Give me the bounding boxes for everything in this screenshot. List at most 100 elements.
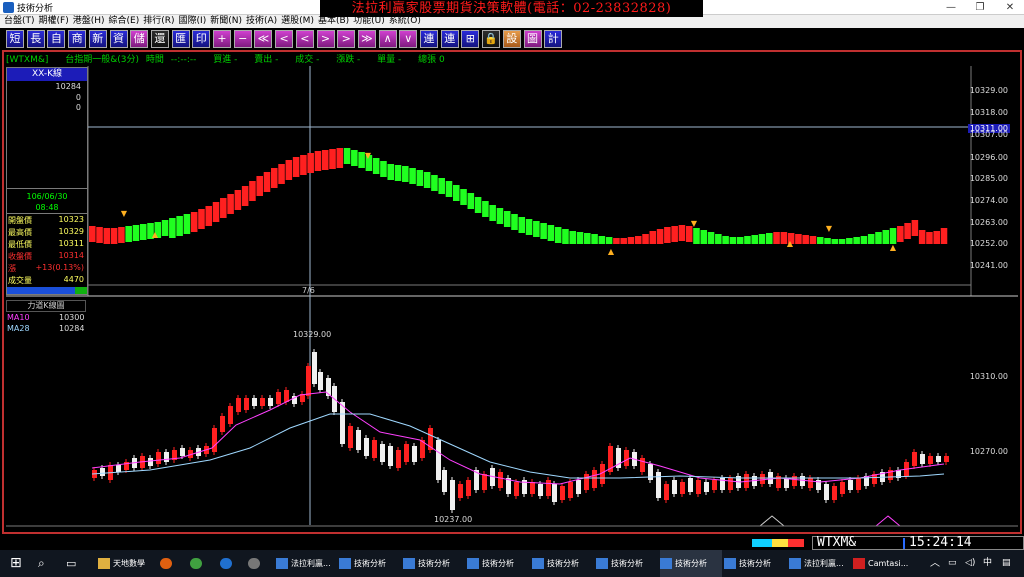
taskbar-button[interactable]: 法拉利贏... [276, 550, 338, 577]
upper-kline-bar [96, 227, 103, 243]
upper-axis-label: 10329.00 [969, 86, 1008, 95]
ticker-display: WTXM& 15:24:14 [812, 536, 1024, 550]
signal-arrow-marker: ▼ [365, 151, 372, 160]
upper-kline-bar [394, 165, 402, 181]
pinned-app-icon[interactable] [220, 550, 242, 577]
candlestick [832, 486, 837, 500]
upper-kline-bar [576, 232, 584, 244]
candlestick [312, 352, 317, 384]
candlestick [664, 484, 669, 500]
pinned-app-icon[interactable] [248, 550, 270, 577]
upper-kline-bar [496, 208, 504, 224]
candlestick [936, 456, 941, 462]
upper-kline-bar [846, 238, 853, 244]
upper-kline-bar [351, 150, 358, 166]
upper-kline-bar [620, 238, 627, 244]
upper-kline-bar [205, 206, 213, 226]
ma28-name: MA28 [7, 324, 30, 333]
upper-kline-bar [613, 238, 620, 244]
candlestick [466, 480, 471, 496]
notification-icon[interactable]: ▤ [1002, 550, 1011, 577]
upper-kline-bar [904, 223, 911, 239]
upper-kline-bar [460, 189, 467, 205]
upper-kline-bar [809, 236, 817, 244]
taskbar-button[interactable]: 技術分析 [596, 550, 658, 577]
taskbar-button[interactable]: 技術分析 [403, 550, 465, 577]
candlestick [592, 470, 597, 488]
upper-kline-bar [831, 239, 839, 244]
app-icon [98, 558, 110, 569]
upper-kline-bar [292, 157, 300, 177]
signal-arrow-marker: ▼ [121, 209, 128, 218]
candlestick [784, 478, 789, 488]
taskbar-label: 技術分析 [611, 559, 643, 568]
pinned-app-icon[interactable] [190, 550, 212, 577]
upper-kline-bar [190, 212, 198, 232]
candlestick [552, 484, 557, 502]
taskbar-button[interactable]: 法拉利贏... [789, 550, 851, 577]
upper-kline-bar [307, 153, 314, 173]
upper-kline-bar [926, 232, 933, 244]
upper-kline-bar [766, 233, 773, 244]
upper-kline-bar [824, 238, 831, 244]
upper-kline-bar [431, 175, 438, 191]
candlestick [696, 480, 701, 494]
upper-kline-bar [751, 235, 759, 244]
candlestick [546, 480, 551, 496]
taskbar-button[interactable]: 天地數學 [98, 550, 160, 577]
signal-arrow-marker: ▲ [152, 230, 159, 239]
candlestick [450, 480, 455, 510]
app-icon [724, 558, 736, 569]
ime-lang[interactable]: 中 [983, 550, 992, 577]
candlestick [156, 452, 161, 464]
taskbar-button[interactable]: 技術分析 [724, 550, 786, 577]
upper-kline-bar [722, 236, 729, 244]
upper-kline-bar [656, 229, 664, 244]
upper-kline-bar [314, 151, 322, 171]
pinned-app-icon[interactable] [160, 550, 182, 577]
upper-kline-bar [547, 225, 555, 241]
upper-kline-bar [300, 155, 307, 175]
upper-kline-bar [489, 205, 496, 221]
candlestick [244, 398, 249, 410]
upper-kline-bar [110, 228, 118, 244]
candlestick [116, 465, 121, 472]
candlestick [672, 480, 677, 494]
candlestick [808, 478, 813, 488]
taskbar-button[interactable]: 技術分析 [532, 550, 594, 577]
candlestick [712, 480, 717, 490]
start-icon[interactable]: ⊞ [10, 550, 22, 577]
candlestick [412, 446, 417, 462]
taskbar-button[interactable]: 技術分析 [339, 550, 401, 577]
signal-arrow-marker: ▲ [890, 243, 897, 252]
candlestick [912, 452, 917, 466]
candlestick [180, 448, 185, 456]
upper-kline-bar [664, 227, 671, 243]
volume-icon[interactable]: ◁) [965, 550, 975, 577]
candlestick [848, 480, 853, 490]
taskbar: ⊞ ⌕ ▭ 天地數學 法拉利贏... 技術分析 技術分析 技術分析 技術分析 技術分析 技術分… [0, 550, 1024, 577]
upper-kline-bar [715, 234, 722, 244]
candlestick [348, 426, 353, 448]
taskbar-label: 技術分析 [675, 559, 707, 568]
taskbar-button[interactable]: Camtasi... [853, 550, 915, 577]
tray-up-icon[interactable]: ︿ [930, 550, 940, 577]
upper-axis-label: 10296.00 [969, 153, 1008, 162]
lower-axis-label: 10310.00 [969, 372, 1008, 381]
candlestick [318, 372, 323, 390]
candlestick [920, 454, 925, 464]
taskbar-button[interactable]: 技術分析 [660, 550, 722, 577]
upper-kline-bar [634, 236, 642, 244]
upper-kline-bar [802, 235, 809, 244]
candlestick [220, 416, 225, 432]
task-view-icon[interactable]: ▭ [66, 550, 76, 577]
taskbar-button[interactable]: 技術分析 [467, 550, 529, 577]
upper-kline-bar [423, 172, 431, 188]
search-icon[interactable]: ⌕ [38, 550, 45, 577]
candlestick [268, 398, 273, 406]
network-icon[interactable]: ▭ [948, 550, 957, 577]
upper-kline-bar [474, 197, 482, 213]
candlestick [404, 444, 409, 462]
chart-canvas[interactable]: ▼ ▲ ▼ ▲ ▼ ▲ ▼ ▲ [0, 0, 1024, 577]
upper-kline-bar [758, 234, 766, 244]
